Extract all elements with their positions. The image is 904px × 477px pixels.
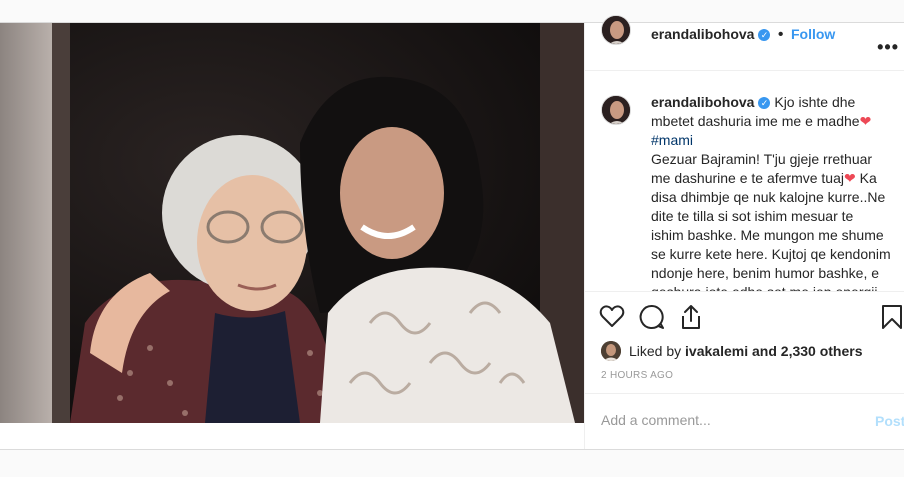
- share-icon[interactable]: [679, 304, 703, 330]
- caption-avatar[interactable]: [601, 95, 631, 125]
- heart-emoji-icon: ❤: [859, 113, 872, 129]
- post-side-panel: erandalibohova ✓ • Follow ••• erandaliboh…: [584, 15, 904, 449]
- hashtag-link[interactable]: #mami: [651, 131, 897, 150]
- follow-button[interactable]: Follow: [791, 26, 835, 42]
- post-comment-button[interactable]: Post: [875, 413, 904, 429]
- header-user-row: erandalibohova ✓ • Follow: [651, 26, 835, 44]
- caption-line-body6: ishim bashke. Me mungon me shume: [651, 227, 884, 243]
- post-header: erandalibohova ✓ • Follow •••: [585, 15, 904, 71]
- caption-first-line: erandalibohova ✓ Kjo ishte dhe: [651, 93, 897, 112]
- speech-bubble-icon[interactable]: [639, 304, 665, 330]
- post-timestamp[interactable]: 2 HOURS AGO: [601, 370, 673, 381]
- post-card: erandalibohova ✓ • Follow ••• erandaliboh…: [0, 15, 904, 450]
- heart-outline-icon[interactable]: [599, 304, 625, 328]
- author-avatar[interactable]: [601, 15, 631, 45]
- caption-line-body9: qeshura jote edhe sot me jep energji: [651, 283, 897, 291]
- comment-input[interactable]: [599, 411, 853, 429]
- caption-line-2-row: mbetet dashuria ime me e madhe❤: [651, 112, 897, 131]
- caption-avatar-image: [602, 96, 630, 124]
- action-bar: [585, 291, 904, 343]
- caption-line-body3: Ka: [855, 170, 877, 186]
- caption-line-body1: Gezuar Bajramin! T'ju gjeje rrethuar: [651, 151, 873, 167]
- likes-row: Liked by ivakalemi and 2,330 others: [601, 341, 863, 361]
- likes-prefix: Liked by: [629, 343, 682, 359]
- caption-verified-badge-icon: ✓: [758, 97, 771, 110]
- bookmark-icon[interactable]: [881, 304, 903, 330]
- caption-line-body8: ndonje here, benim humor bashke, e: [651, 265, 880, 281]
- caption-text: erandalibohova ✓ Kjo ishte dhe mbetet das…: [651, 93, 897, 291]
- likes-others[interactable]: and 2,330 others: [752, 343, 863, 359]
- heart-emoji-icon: ❤: [844, 170, 856, 186]
- caption-line-body4: disa dhimbje qe nuk kalojne kurre..Ne: [651, 189, 886, 205]
- comment-box: Post: [585, 393, 904, 449]
- caption-line-1: Kjo ishte dhe: [774, 94, 856, 110]
- author-username[interactable]: erandalibohova: [651, 26, 754, 42]
- caption-area: erandalibohova ✓ Kjo ishte dhe mbetet das…: [585, 71, 904, 291]
- caption-line-body5: dite te tilla si sot ishim mesuar te: [651, 208, 854, 224]
- photo-illustration: [0, 23, 584, 423]
- caption-line-2: mbetet dashuria ime me e madhe: [651, 113, 860, 129]
- caption-line-body2-row: me dashurine e te afermve tuaj❤ Ka: [651, 169, 897, 188]
- more-options-icon[interactable]: •••: [877, 37, 899, 58]
- liker-avatar[interactable]: [601, 341, 621, 361]
- liker-avatar-image: [601, 341, 621, 361]
- liker-username[interactable]: ivakalemi: [685, 343, 748, 359]
- caption-line-body7: se kurre kete here. Kujtoj qe kendonim: [651, 246, 891, 262]
- post-photo[interactable]: [0, 23, 584, 423]
- avatar-image: [602, 16, 630, 44]
- caption-line-body2: me dashurine e te afermve tuaj: [651, 170, 844, 186]
- caption-username[interactable]: erandalibohova: [651, 94, 754, 110]
- header-dot-separator: •: [777, 26, 784, 43]
- verified-badge-icon: ✓: [758, 28, 771, 41]
